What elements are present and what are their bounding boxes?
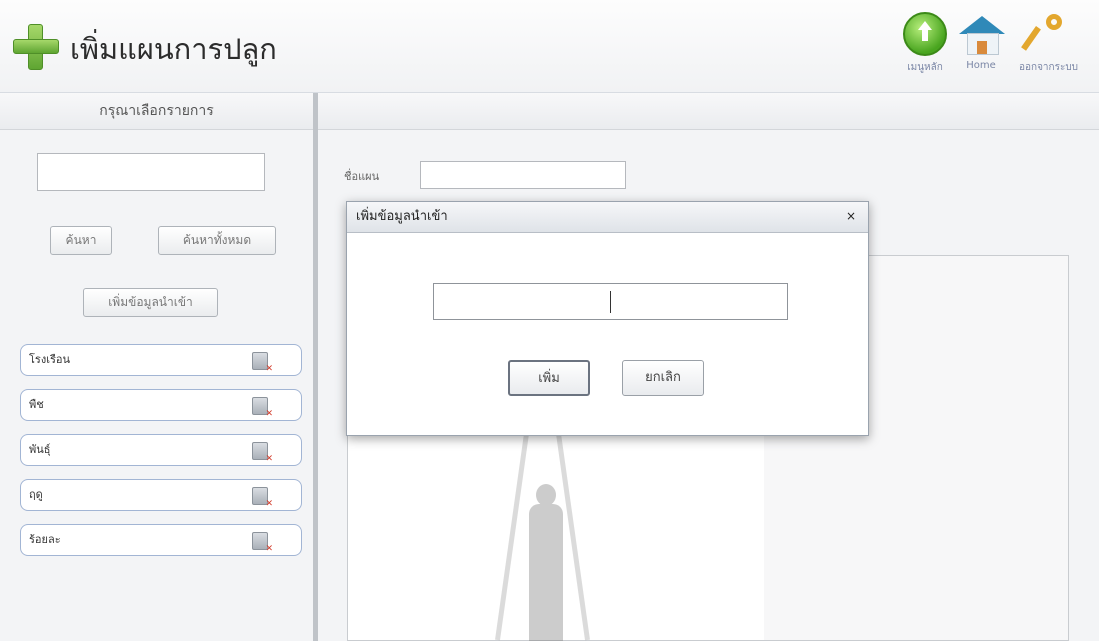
close-icon[interactable]: × <box>846 208 856 224</box>
main-header-bar <box>318 93 1099 130</box>
logout-button[interactable]: ออกจากระบบ <box>1019 12 1078 75</box>
delete-icon[interactable] <box>252 397 273 419</box>
delete-icon[interactable] <box>252 352 273 374</box>
list-item-label: โรงเรือน <box>29 353 70 366</box>
sidebar: กรุณาเลือกรายการ ค้นหา ค้นหาทั้งหมด เพิ่… <box>0 93 318 641</box>
add-import-dialog: เพิ่มข้อมูลนำเข้า × เพิ่ม ยกเลิก <box>346 201 869 436</box>
text-caret <box>610 291 611 313</box>
list-item-greenhouse[interactable]: โรงเรือน <box>20 344 302 376</box>
watermark-logo <box>465 283 625 641</box>
add-import-button[interactable]: เพิ่มข้อมูลนำเข้า <box>83 288 218 317</box>
delete-icon[interactable] <box>252 442 273 464</box>
list-item-plant[interactable]: พืช <box>20 389 302 421</box>
search-input[interactable] <box>37 153 265 191</box>
plan-name-label: ชื่อแผน <box>344 170 380 183</box>
list-item-label: ฤดู <box>29 488 43 501</box>
plus-icon <box>13 24 59 70</box>
list-item-label: ร้อยละ <box>29 533 61 546</box>
plan-name-input[interactable] <box>420 161 626 189</box>
list-item-label: พันธุ์ <box>29 443 51 456</box>
home-button[interactable]: Home <box>959 12 1005 71</box>
sidebar-heading: กรุณาเลือกรายการ <box>0 93 313 130</box>
list-item-variety[interactable]: พันธุ์ <box>20 434 302 466</box>
top-nav: เมนูหลัก Home ออกจากระบบ <box>889 0 1099 92</box>
main-menu-label: เมนูหลัก <box>907 62 943 73</box>
home-label: Home <box>966 60 996 71</box>
main-menu-button[interactable]: เมนูหลัก <box>903 12 947 75</box>
logout-label: ออกจากระบบ <box>1019 62 1079 73</box>
search-button[interactable]: ค้นหา <box>50 226 112 255</box>
home-icon <box>959 12 1005 56</box>
header: เพิ่มแผนการปลูก เมนูหลัก Home ออกจากระบบ <box>0 0 1099 93</box>
page-title: เพิ่มแผนการปลูก <box>70 32 277 66</box>
dialog-input[interactable] <box>433 283 788 320</box>
up-arrow-circle-icon <box>903 12 947 56</box>
cancel-button[interactable]: ยกเลิก <box>622 360 704 396</box>
dialog-title: เพิ่มข้อมูลนำเข้า <box>347 202 868 233</box>
add-button[interactable]: เพิ่ม <box>508 360 590 396</box>
list-item-season[interactable]: ฤดู <box>20 479 302 511</box>
delete-icon[interactable] <box>252 487 273 509</box>
list-item-percent[interactable]: ร้อยละ <box>20 524 302 556</box>
search-all-button[interactable]: ค้นหาทั้งหมด <box>158 226 276 255</box>
key-icon <box>1020 12 1071 56</box>
list-item-label: พืช <box>29 398 44 411</box>
delete-icon[interactable] <box>252 532 273 554</box>
